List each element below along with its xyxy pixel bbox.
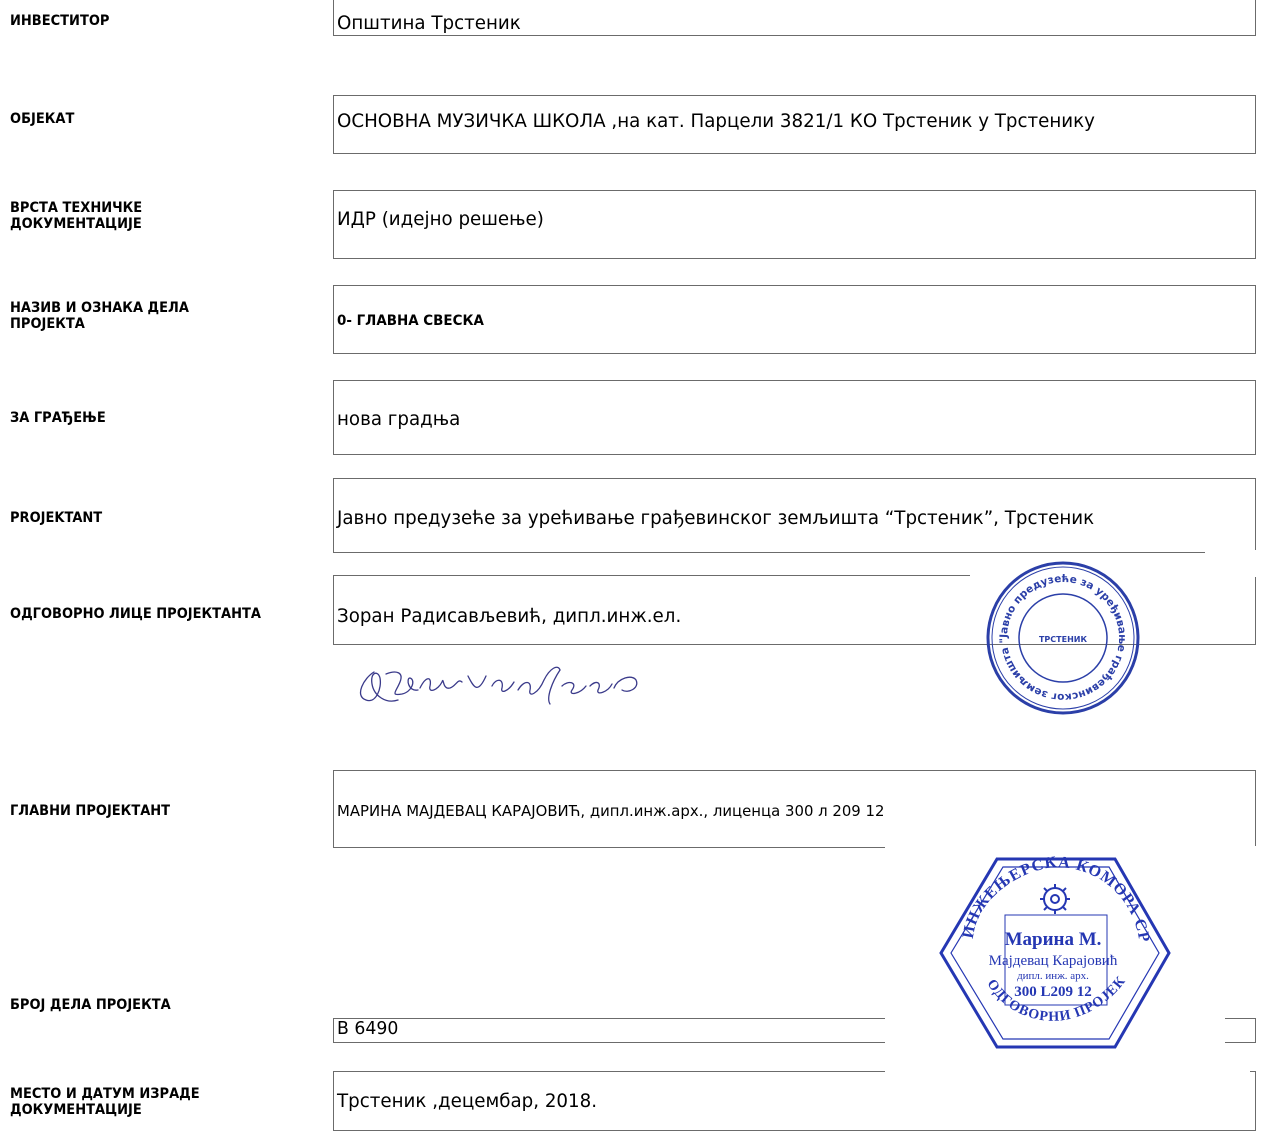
- engineer-stamp-name: Марина М.: [1005, 929, 1102, 950]
- stamp-mask: [1205, 550, 1262, 555]
- field-box-for-construction: [333, 380, 1256, 455]
- engineer-chamber-stamp: ИНЖЕЊЕРСКА КОМОРА СРБИЈЕ ОДГОВОРНИ ПРОЈЕ…: [935, 853, 1171, 1049]
- value-object: ОСНОВНА МУЗИЧКА ШКОЛА ,на кат. Парцели 3…: [337, 110, 1095, 132]
- value-place-date: Трстеник ,децембар, 2018.: [337, 1090, 598, 1112]
- box-top-border: [333, 478, 1256, 479]
- box-top-border: [333, 190, 1256, 191]
- label-investor: ИНВЕСТИТОР: [10, 13, 110, 29]
- label-doc-type: ВРСТА ТЕХНИЧКЕ ДОКУМЕНТАЦИЈЕ: [10, 200, 143, 232]
- engineer-stamp-title: дипл. инж. арх.: [1017, 970, 1089, 982]
- label-part-number: БРОЈ ДЕЛА ПРОЈЕКТА: [10, 997, 171, 1013]
- box-top-border: [333, 285, 1256, 286]
- label-for-construction: ЗА ГРАЂЕЊЕ: [10, 410, 106, 426]
- label-projektant: PROJEKTANT: [10, 510, 103, 526]
- label-chief-designer: ГЛАВНИ ПРОЈЕКТАНТ: [10, 803, 171, 819]
- company-stamp-center-text: ТРСТЕНИК: [1039, 635, 1088, 644]
- value-chief-designer: МАРИНА МАЈДЕВАЦ КАРАЈОВИЋ, дипл.инж.арх.…: [337, 802, 885, 820]
- value-responsible-person: Зоран Радисављевић, дипл.инж.ел.: [337, 605, 682, 627]
- value-doc-type: ИДР (идејно решење): [337, 208, 544, 230]
- box-top-border: [333, 95, 1256, 96]
- gear-icon: [1040, 884, 1070, 914]
- label-object: ОБЈЕКАТ: [10, 111, 75, 127]
- value-part-name: 0- ГЛАВНА СВЕСКА: [337, 313, 484, 329]
- value-projektant: Јавно предузеће за урећивање грађевинско…: [337, 507, 1095, 529]
- value-part-number: B 6490: [337, 1018, 399, 1039]
- handwritten-signature: [359, 666, 638, 705]
- box-top-border: [333, 770, 1256, 771]
- engineer-stamp-surname: Мајдевац Карајовић: [989, 953, 1118, 969]
- value-for-construction: нова градња: [337, 408, 461, 430]
- company-stamp: Јавно предузеће за уређивање грађевинско…: [983, 557, 1140, 715]
- box-top-border: [333, 380, 1256, 381]
- label-place-date: МЕСТО И ДАТУМ ИЗРАДЕ ДОКУМЕНТАЦИЈЕ: [10, 1086, 200, 1118]
- engineer-stamp-license: 300 L209 12: [1014, 984, 1092, 1000]
- value-investor: Општина Трстеник: [337, 12, 521, 34]
- label-responsible-person: ОДГОВОРНО ЛИЦЕ ПРОЈЕКТАНТА: [10, 606, 261, 622]
- stamp-mask: [885, 846, 1262, 851]
- label-part-name: НАЗИВ И ОЗНАКА ДЕЛА ПРОЈЕКТА: [10, 300, 189, 332]
- stamp-mask: [885, 1068, 1250, 1074]
